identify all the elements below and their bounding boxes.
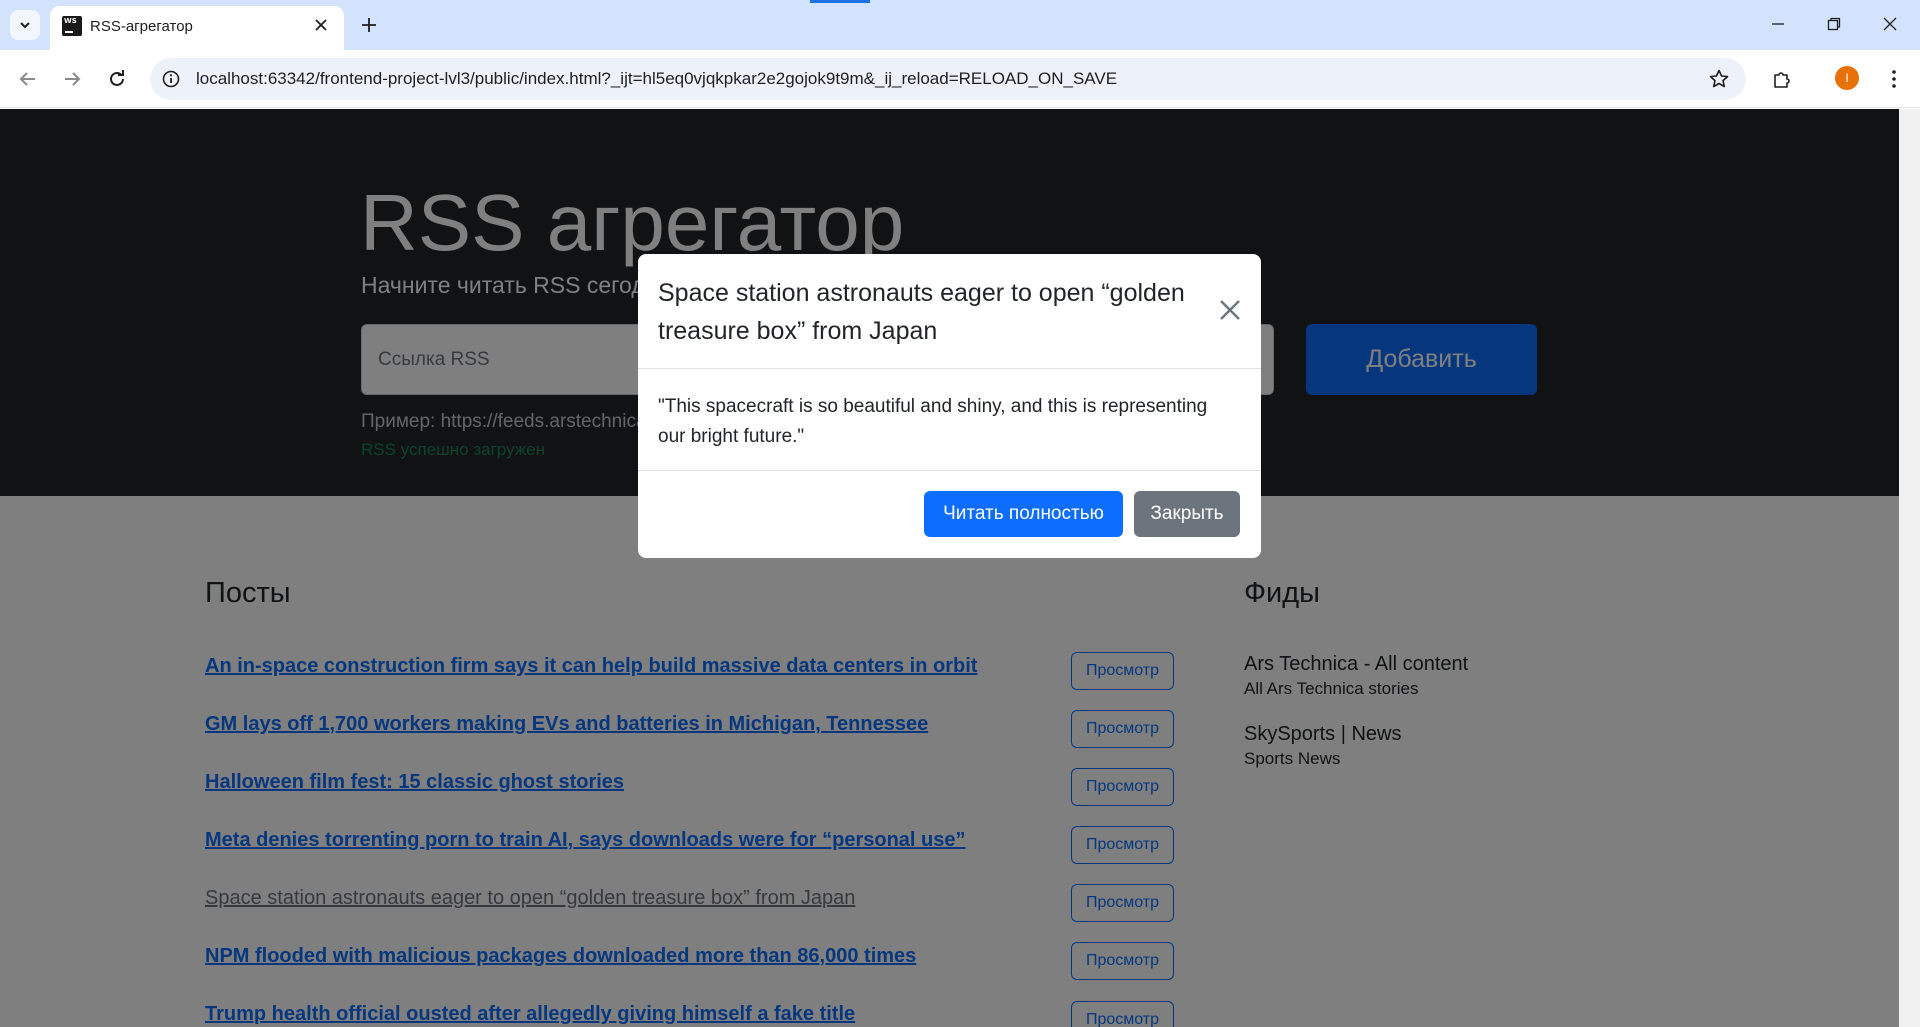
- back-button[interactable]: [12, 63, 44, 95]
- info-icon: [162, 70, 180, 88]
- reload-icon: [110, 70, 124, 86]
- modal-close-button[interactable]: [1216, 296, 1244, 324]
- browser-menu-button[interactable]: [1878, 63, 1910, 95]
- restore-button[interactable]: [1812, 8, 1856, 40]
- forward-icon: [65, 72, 81, 86]
- read-full-button[interactable]: Читать полностью: [924, 491, 1123, 537]
- new-tab-button[interactable]: [354, 10, 384, 40]
- close-icon: [315, 19, 327, 31]
- modal-backdrop[interactable]: [0, 109, 1899, 1027]
- extensions-icon: [1774, 72, 1790, 88]
- bookmark-button[interactable]: [1706, 66, 1732, 92]
- site-info-button[interactable]: [158, 66, 184, 92]
- close-window-button[interactable]: [1868, 8, 1912, 40]
- url-text[interactable]: localhost:63342/frontend-project-lvl3/pu…: [196, 69, 1117, 89]
- page-content: RSS агрегатор Начните читать RSS сегодня…: [0, 109, 1899, 1027]
- reload-button[interactable]: [101, 63, 133, 95]
- back-icon: [19, 72, 35, 86]
- tab-search-icon: [20, 22, 30, 29]
- webstorm-favicon-icon: WS: [62, 16, 82, 36]
- close-icon: [1220, 300, 1240, 320]
- tab-title: RSS-агрегатор: [90, 18, 193, 35]
- tab-close-button[interactable]: [310, 14, 332, 36]
- forward-button[interactable]: [56, 63, 88, 95]
- kebab-menu-icon: [1892, 70, 1896, 88]
- plus-icon: [362, 18, 376, 32]
- page-scrollbar[interactable]: [1899, 109, 1920, 1027]
- minimize-icon: [1772, 23, 1784, 25]
- tab-loading-indicator: [810, 0, 870, 3]
- address-bar[interactable]: localhost:63342/frontend-project-lvl3/pu…: [150, 58, 1746, 100]
- restore-icon: [1827, 17, 1841, 31]
- modal-header: Space station astronauts eager to open “…: [638, 254, 1261, 369]
- modal-title: Space station astronauts eager to open “…: [658, 279, 1185, 345]
- star-icon: [1709, 69, 1729, 88]
- browser-toolbar: localhost:63342/frontend-project-lvl3/pu…: [0, 50, 1920, 108]
- extensions-button[interactable]: [1766, 63, 1798, 95]
- browser-tab-bar: WS RSS-агрегатор: [0, 0, 1920, 50]
- browser-tab[interactable]: WS RSS-агрегатор: [50, 6, 344, 50]
- close-modal-button[interactable]: Закрыть: [1134, 491, 1240, 537]
- tab-search-button[interactable]: [10, 10, 40, 40]
- minimize-button[interactable]: [1756, 8, 1800, 40]
- profile-avatar[interactable]: I: [1835, 66, 1859, 90]
- modal-footer: Читать полностью Закрыть: [638, 470, 1261, 558]
- modal-body-text: "This spacecraft is so beautiful and shi…: [658, 396, 1208, 447]
- post-preview-modal: Space station astronauts eager to open “…: [638, 254, 1261, 558]
- close-icon: [1883, 17, 1897, 31]
